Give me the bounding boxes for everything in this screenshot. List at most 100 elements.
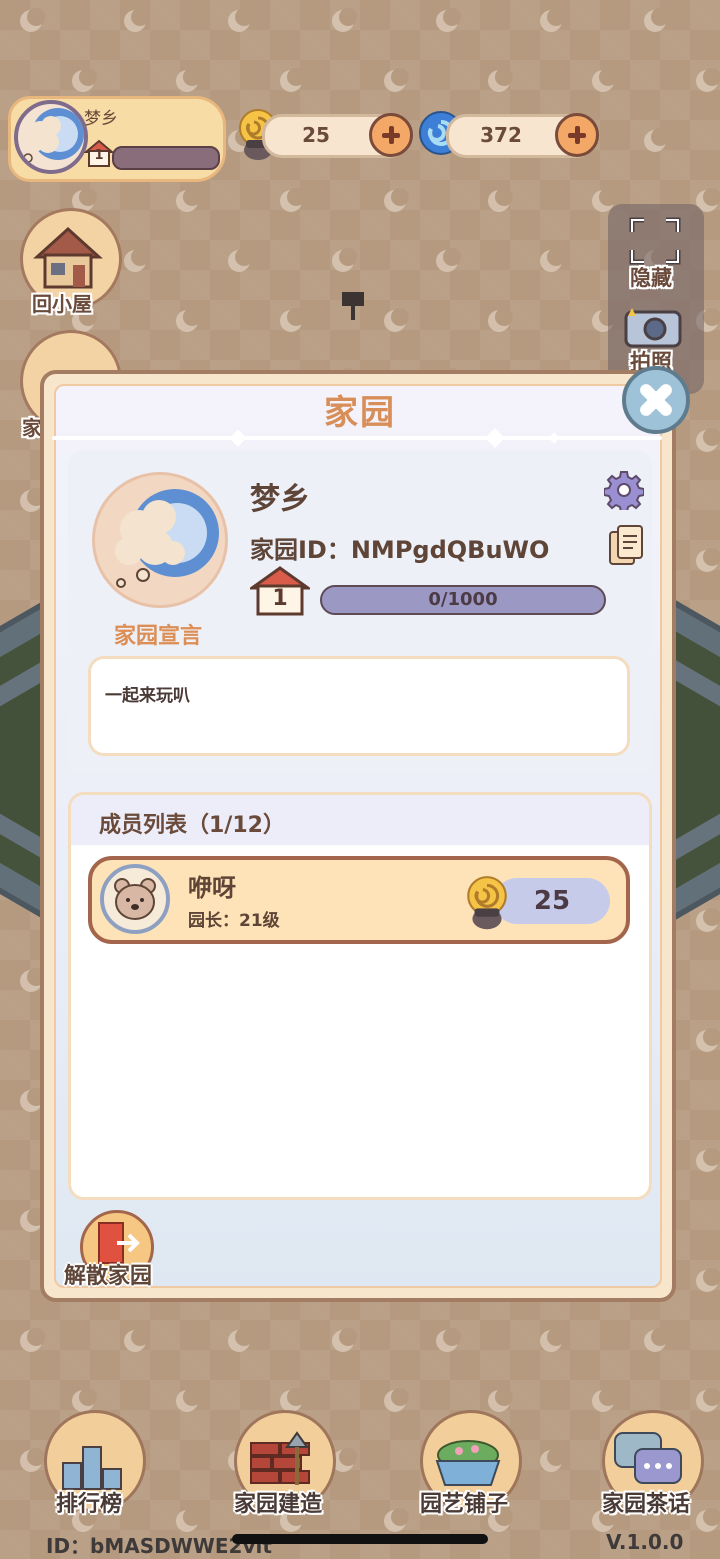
garden-name: 梦乡	[250, 482, 310, 517]
moon-pattern-icon	[176, 68, 201, 92]
moon-pattern-icon	[20, 488, 45, 512]
moon-pattern-icon	[696, 1508, 720, 1532]
moon-pattern-icon	[384, 1388, 409, 1412]
moon-pattern-icon	[20, 1088, 45, 1112]
moon-pattern-icon	[644, 128, 669, 152]
garden-exp-text: 0/1000	[428, 589, 498, 610]
moon-pattern-icon	[696, 1388, 720, 1412]
moon-pattern-icon	[280, 68, 305, 92]
swirl-currency-value: 372	[480, 123, 522, 147]
moon-pattern-icon	[332, 1328, 357, 1352]
moon-pattern-icon	[540, 1448, 565, 1472]
player-xp-bar	[112, 146, 220, 170]
moon-pattern-icon	[696, 548, 720, 572]
garden-level: 1	[272, 586, 288, 611]
declaration-text: 一起来玩叭	[105, 686, 190, 706]
gear-icon[interactable]	[604, 470, 644, 510]
garden-exp-bar: 0/1000	[320, 585, 606, 615]
member-name: 咿呀	[188, 874, 236, 902]
moon-pattern-icon	[384, 308, 409, 332]
hide-ui-icon[interactable]	[628, 216, 682, 266]
swirl-currency-pill: 372	[446, 113, 599, 158]
moon-pattern-icon	[644, 1328, 669, 1352]
moon-pattern-icon	[332, 8, 357, 32]
moon-pattern-icon	[592, 68, 617, 92]
moon-pattern-icon	[696, 68, 720, 92]
moon-pattern-icon	[124, 8, 149, 32]
moon-pattern-icon	[124, 1328, 149, 1352]
garden-id: 家园ID：NMPgdQBuWO	[250, 536, 550, 564]
close-button[interactable]	[622, 366, 690, 434]
bear-icon	[114, 878, 156, 920]
moon-pattern-icon	[436, 1328, 461, 1352]
nav-tea-label: 家园茶话	[602, 1492, 691, 1517]
footer-version: V.1.0.0	[606, 1530, 684, 1554]
title-divider	[52, 436, 662, 440]
member-role: 园长：21级	[188, 911, 280, 931]
nav-build-label: 家园建造	[234, 1492, 323, 1517]
moon-pattern-icon	[228, 1328, 253, 1352]
moon-pattern-icon	[176, 1388, 201, 1412]
moon-pattern-icon	[20, 1328, 45, 1352]
member-avatar	[100, 864, 170, 934]
player-level: 1	[94, 148, 104, 163]
home-indicator[interactable]	[232, 1534, 488, 1544]
moon-pattern-icon	[228, 248, 253, 272]
return-home-label: 回小屋	[32, 292, 92, 316]
snail-currency-value: 25	[302, 123, 330, 147]
moon-pattern-icon	[592, 1388, 617, 1412]
members-card: 成员列表（1/12）	[68, 792, 652, 1200]
members-header: 成员列表（1/12）	[71, 795, 649, 845]
moon-pattern-icon	[72, 68, 97, 92]
moon-pattern-icon	[696, 1268, 720, 1292]
disband-label: 解散家园	[64, 1264, 153, 1289]
camera-icon[interactable]	[622, 306, 684, 348]
copy-icon[interactable]	[608, 524, 644, 566]
snail-currency-pill: 25	[262, 113, 413, 158]
moon-pattern-icon	[696, 1028, 720, 1052]
members-title: 成员列表（1/12）	[99, 813, 285, 838]
declaration-label: 家园宣言	[113, 624, 202, 649]
moon-pattern-icon	[384, 188, 409, 212]
moon-pattern-icon	[540, 1328, 565, 1352]
moon-pattern-icon	[176, 308, 201, 332]
snail-currency-icon	[467, 876, 507, 930]
declaration-box[interactable]: 一起来玩叭	[88, 656, 630, 756]
moon-pattern-icon	[488, 188, 513, 212]
moon-pattern-icon	[540, 248, 565, 272]
dream-cloud-icon	[115, 489, 219, 588]
nav-shop-label: 园艺铺子	[420, 1492, 509, 1517]
moon-pattern-icon	[696, 908, 720, 932]
moon-pattern-icon	[228, 8, 253, 32]
moon-pattern-icon	[384, 68, 409, 92]
player-avatar[interactable]	[14, 100, 88, 174]
moon-pattern-icon	[696, 1148, 720, 1172]
moon-pattern-icon	[488, 1388, 513, 1412]
moon-pattern-icon	[332, 248, 357, 272]
moon-pattern-icon	[176, 1508, 201, 1532]
add-snail-button[interactable]	[369, 113, 413, 157]
moon-pattern-icon	[20, 8, 45, 32]
garden-avatar	[92, 472, 228, 608]
moon-pattern-icon	[280, 308, 305, 332]
moon-pattern-icon	[436, 248, 461, 272]
moon-pattern-icon	[280, 188, 305, 212]
dialog-title: 家园	[324, 393, 396, 433]
moon-pattern-icon	[436, 8, 461, 32]
moon-pattern-icon	[124, 248, 149, 272]
moon-pattern-icon	[384, 1508, 409, 1532]
moon-pattern-icon	[540, 8, 565, 32]
moon-pattern-icon	[20, 968, 45, 992]
nav-rank-label: 排行榜	[56, 1492, 123, 1517]
moon-pattern-icon	[20, 1448, 45, 1472]
add-swirl-button[interactable]	[555, 113, 599, 157]
hide-ui-label: 隐藏	[630, 266, 672, 290]
moon-pattern-icon	[280, 1388, 305, 1412]
moon-pattern-icon	[488, 68, 513, 92]
moon-pattern-icon	[72, 1388, 97, 1412]
moon-pattern-icon	[488, 308, 513, 332]
player-name: 梦乡	[84, 109, 118, 129]
signpost-icon[interactable]	[340, 290, 366, 322]
moon-pattern-icon	[176, 188, 201, 212]
moon-pattern-icon	[20, 1208, 45, 1232]
